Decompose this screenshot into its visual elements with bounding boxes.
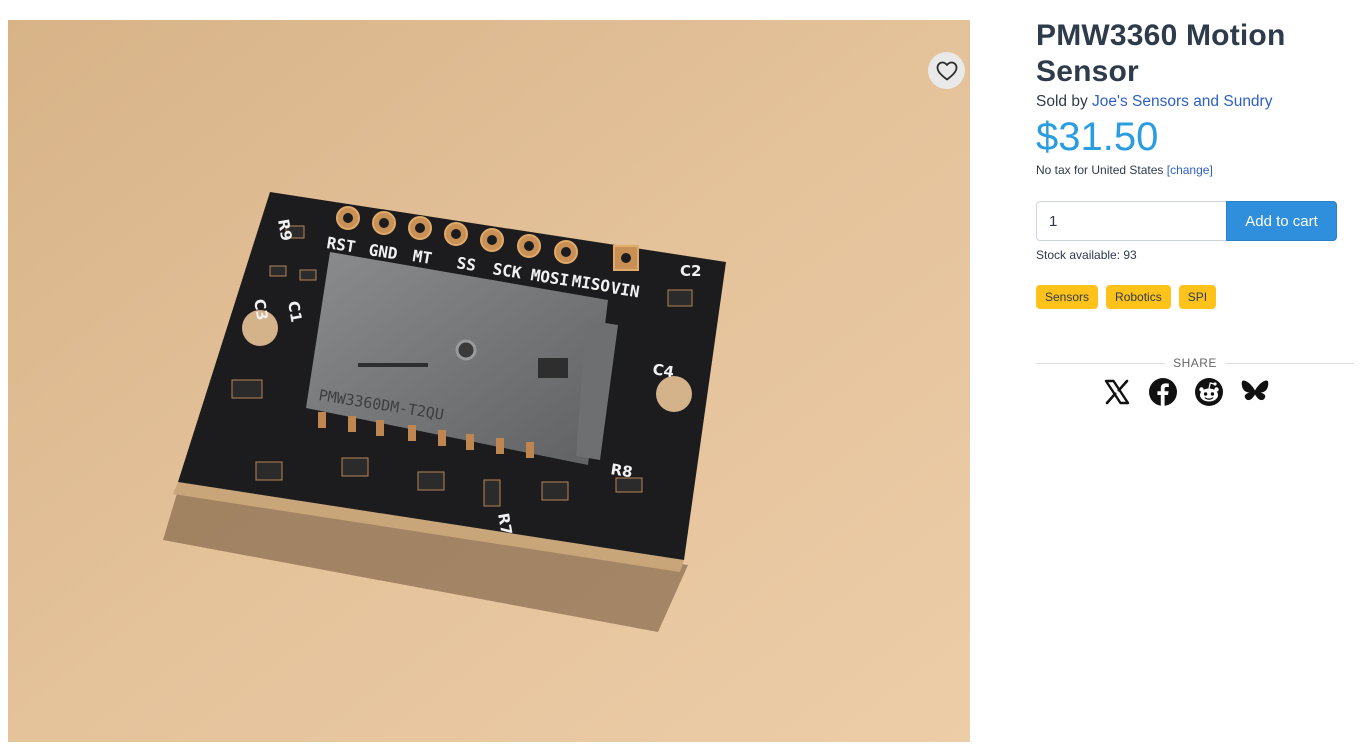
ref-label: R7 bbox=[494, 512, 516, 537]
seller-link[interactable]: Joe's Sensors and Sundry bbox=[1092, 93, 1272, 110]
product-price: $31.50 bbox=[1036, 115, 1159, 159]
stock-available: Stock available: 93 bbox=[1036, 248, 1137, 262]
heart-icon bbox=[936, 61, 957, 80]
quantity-input[interactable] bbox=[1036, 201, 1226, 241]
seller-line: Sold by Joe's Sensors and Sundry bbox=[1036, 93, 1356, 111]
ref-label: R9 bbox=[274, 218, 296, 243]
add-to-cart-button[interactable]: Add to cart bbox=[1226, 201, 1337, 241]
ref-label: C1 bbox=[284, 300, 305, 324]
product-image[interactable]: RST GND MT SS SCK MOSI MISO VIN PMW3360D… bbox=[8, 20, 970, 742]
tax-note: No tax for United States [change] bbox=[1036, 163, 1356, 177]
tax-text: No tax for United States bbox=[1036, 163, 1164, 177]
tag-robotics[interactable]: Robotics bbox=[1106, 285, 1171, 309]
tag-sensors[interactable]: Sensors bbox=[1036, 285, 1099, 309]
share-divider: SHARE bbox=[1036, 356, 1354, 370]
bluesky-icon[interactable] bbox=[1239, 376, 1271, 408]
sensor-board-illustration: RST GND MT SS SCK MOSI MISO VIN PMW3360D… bbox=[8, 20, 970, 742]
share-label: SHARE bbox=[1173, 356, 1217, 370]
tag-list: Sensors Robotics SPI bbox=[1036, 285, 1356, 309]
ref-label: C4 bbox=[651, 360, 675, 381]
tag-spi[interactable]: SPI bbox=[1178, 285, 1217, 309]
facebook-icon[interactable] bbox=[1147, 376, 1179, 408]
favorite-button[interactable] bbox=[928, 52, 965, 89]
share-section: SHARE bbox=[1036, 356, 1354, 408]
add-to-cart-form: Add to cart bbox=[1036, 201, 1338, 241]
sold-by-label: Sold by bbox=[1036, 93, 1088, 110]
ref-label: C3 bbox=[250, 298, 271, 322]
pin-label: MT bbox=[411, 246, 433, 268]
reddit-icon[interactable] bbox=[1193, 376, 1225, 408]
ref-label: R8 bbox=[609, 460, 634, 481]
share-icons bbox=[1018, 376, 1354, 408]
tax-change-link[interactable]: [change] bbox=[1167, 163, 1213, 177]
ref-label: C2 bbox=[680, 262, 701, 280]
product-title: PMW3360 Motion Sensor bbox=[1036, 19, 1286, 88]
product-details: PMW3360 Motion Sensor Sold by Joe's Sens… bbox=[1036, 18, 1356, 309]
pin-label: SS bbox=[455, 253, 477, 275]
x-icon[interactable] bbox=[1101, 376, 1133, 408]
